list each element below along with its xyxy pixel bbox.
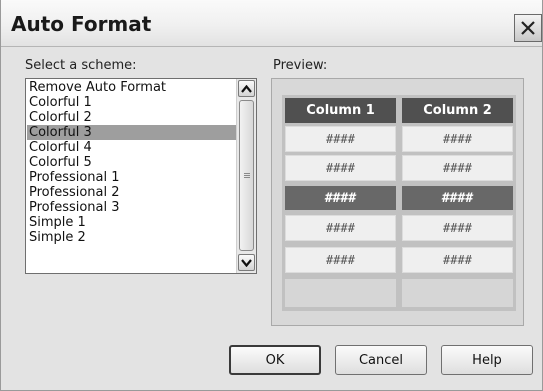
- preview-label: Preview:: [273, 58, 328, 73]
- scheme-item-professional-3[interactable]: Professional 3: [27, 200, 237, 215]
- scheme-item-professional-1[interactable]: Professional 1: [27, 170, 237, 185]
- scheme-item-colorful-5[interactable]: Colorful 5: [27, 155, 237, 170]
- preview-cell-empty: [402, 279, 513, 307]
- scheme-list-label: Select a scheme:: [25, 58, 137, 73]
- preview-cell: ####: [402, 247, 513, 273]
- preview-cell: ####: [285, 215, 396, 241]
- auto-format-dialog: Auto Format Select a scheme: Preview: Re…: [0, 0, 543, 391]
- help-button[interactable]: Help: [441, 345, 533, 375]
- scroll-up-button[interactable]: [238, 80, 255, 97]
- preview-cell: ####: [402, 126, 513, 152]
- preview-cell: ####: [285, 155, 396, 181]
- cancel-button[interactable]: Cancel: [335, 345, 427, 375]
- scheme-item-simple-1[interactable]: Simple 1: [27, 215, 237, 230]
- scheme-item-partial[interactable]: [27, 245, 237, 254]
- preview-cell-highlight: ####: [402, 186, 513, 210]
- scheme-item-colorful-4[interactable]: Colorful 4: [27, 140, 237, 155]
- title-bar[interactable]: Auto Format: [1, 0, 542, 47]
- chevron-down-icon: [241, 258, 252, 267]
- preview-cell-empty: [285, 279, 396, 307]
- preview-panel: Column 1 Column 2 #### #### #### #### ##…: [271, 78, 524, 326]
- preview-cell: ####: [285, 126, 396, 152]
- dialog-title: Auto Format: [11, 12, 152, 36]
- scheme-item-simple-2[interactable]: Simple 2: [27, 230, 237, 245]
- scheme-list-scrollbar[interactable]: [236, 79, 256, 273]
- close-icon: [521, 21, 535, 35]
- ok-button[interactable]: OK: [229, 345, 321, 375]
- scheme-item-remove-auto-format[interactable]: Remove Auto Format: [27, 80, 237, 95]
- scheme-item-colorful-3[interactable]: Colorful 3: [27, 125, 237, 140]
- scroll-down-button[interactable]: [238, 254, 255, 271]
- scheme-item-colorful-2[interactable]: Colorful 2: [27, 110, 237, 125]
- close-button[interactable]: [514, 14, 542, 42]
- scheme-item-professional-2[interactable]: Professional 2: [27, 185, 237, 200]
- scroll-thumb[interactable]: [239, 100, 254, 251]
- scheme-listbox[interactable]: Remove Auto Format Colorful 1 Colorful 2…: [25, 78, 257, 274]
- preview-header-column-2: Column 2: [402, 98, 513, 123]
- preview-cell-highlight: ####: [285, 186, 396, 210]
- preview-cell: ####: [285, 247, 396, 273]
- preview-cell: ####: [402, 155, 513, 181]
- chevron-up-icon: [241, 84, 252, 93]
- preview-table: Column 1 Column 2 #### #### #### #### ##…: [282, 95, 516, 311]
- preview-header-column-1: Column 1: [285, 98, 396, 123]
- preview-cell: ####: [402, 215, 513, 241]
- scheme-item-colorful-1[interactable]: Colorful 1: [27, 95, 237, 110]
